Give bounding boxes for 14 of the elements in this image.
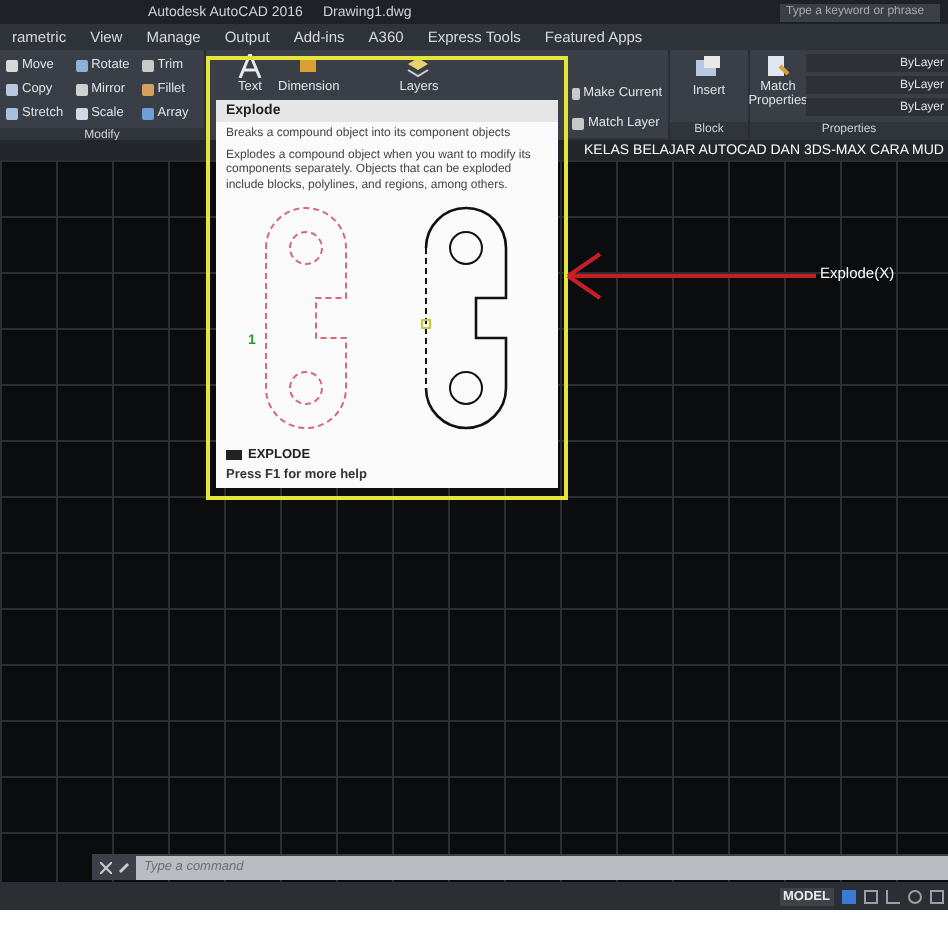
insert-block-icon bbox=[694, 54, 723, 82]
snap-icon[interactable] bbox=[864, 889, 878, 903]
layer-tool-icon bbox=[572, 117, 584, 129]
osnap-icon[interactable] bbox=[930, 889, 944, 903]
command-icon bbox=[226, 450, 242, 460]
close-icon[interactable] bbox=[100, 861, 112, 873]
layer-tool-icon bbox=[572, 87, 580, 99]
ortho-icon[interactable] bbox=[886, 889, 900, 903]
polar-icon[interactable] bbox=[908, 889, 922, 903]
layers-icon bbox=[406, 54, 431, 78]
text-letter-icon bbox=[238, 54, 262, 78]
grid-icon[interactable] bbox=[842, 889, 856, 903]
dimension-icon bbox=[296, 54, 321, 78]
match-properties-icon bbox=[766, 54, 790, 78]
